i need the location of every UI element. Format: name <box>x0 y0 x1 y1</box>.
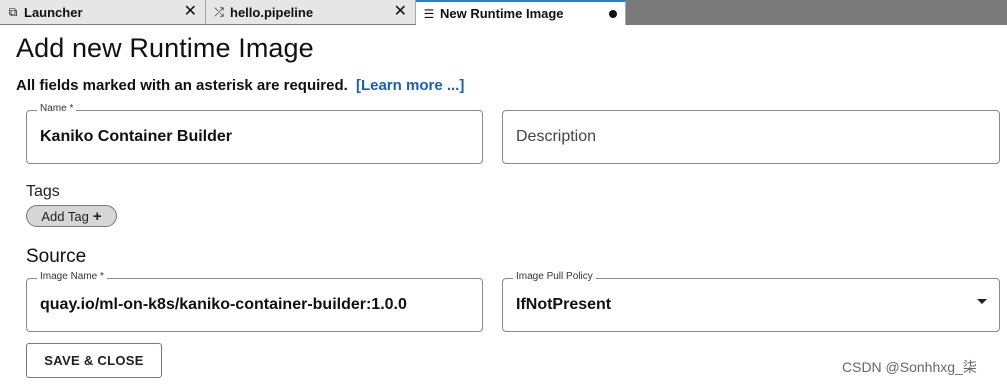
image-pull-policy-value[interactable]: IfNotPresent <box>516 296 611 314</box>
add-tag-button[interactable]: Add Tag + <box>26 205 117 227</box>
image-pull-policy-label: Image Pull Policy <box>513 271 596 282</box>
close-icon[interactable]: ✕ <box>184 4 197 20</box>
close-icon[interactable]: ✕ <box>394 4 407 20</box>
tab-new-runtime-image[interactable]: ☰ New Runtime Image <box>416 0 626 25</box>
tags-label: Tags <box>26 183 60 200</box>
required-note: All fields marked with an asterisk are r… <box>16 77 464 94</box>
name-field-label: Name * <box>37 103 77 114</box>
save-and-close-button[interactable]: SAVE & CLOSE <box>26 343 162 378</box>
unsaved-dot-icon[interactable] <box>609 9 617 18</box>
document-icon: ☰ <box>423 6 435 21</box>
tab-launcher[interactable]: ⧉ Launcher ✕ <box>0 0 206 24</box>
name-field[interactable]: Name * Kaniko Container Builder <box>26 103 483 164</box>
watermark: CSDN @Sonhhxg_柒 <box>842 359 977 375</box>
tab-label: Launcher <box>24 4 83 20</box>
learn-more-link[interactable]: [Learn more ...] <box>356 77 464 94</box>
description-placeholder[interactable]: Description <box>516 128 596 146</box>
tab-hello-pipeline[interactable]: ⤮ hello.pipeline ✕ <box>206 0 416 24</box>
name-field-value[interactable]: Kaniko Container Builder <box>40 128 232 146</box>
image-pull-policy-select[interactable]: Image Pull Policy IfNotPresent <box>502 271 1000 332</box>
image-name-field[interactable]: Image Name * quay.io/ml-on-k8s/kaniko-co… <box>26 271 483 332</box>
tab-label: hello.pipeline <box>230 4 314 20</box>
image-name-label: Image Name * <box>37 271 107 282</box>
source-heading: Source <box>26 246 87 267</box>
tab-bar: ⧉ Launcher ✕ ⤮ hello.pipeline ✕ ☰ New Ru… <box>0 0 1007 25</box>
launcher-icon: ⧉ <box>8 4 18 19</box>
required-note-text: All fields marked with an asterisk are r… <box>16 77 348 94</box>
tab-label: New Runtime Image <box>440 6 564 21</box>
add-tag-label: Add Tag <box>41 208 89 224</box>
image-name-value[interactable]: quay.io/ml-on-k8s/kaniko-container-build… <box>40 296 407 314</box>
page-title: Add new Runtime Image <box>16 33 314 63</box>
description-field[interactable]: Description <box>502 110 1000 164</box>
pipeline-icon: ⤮ <box>214 4 224 19</box>
plus-icon: + <box>92 207 102 225</box>
chevron-down-icon[interactable] <box>977 299 987 304</box>
